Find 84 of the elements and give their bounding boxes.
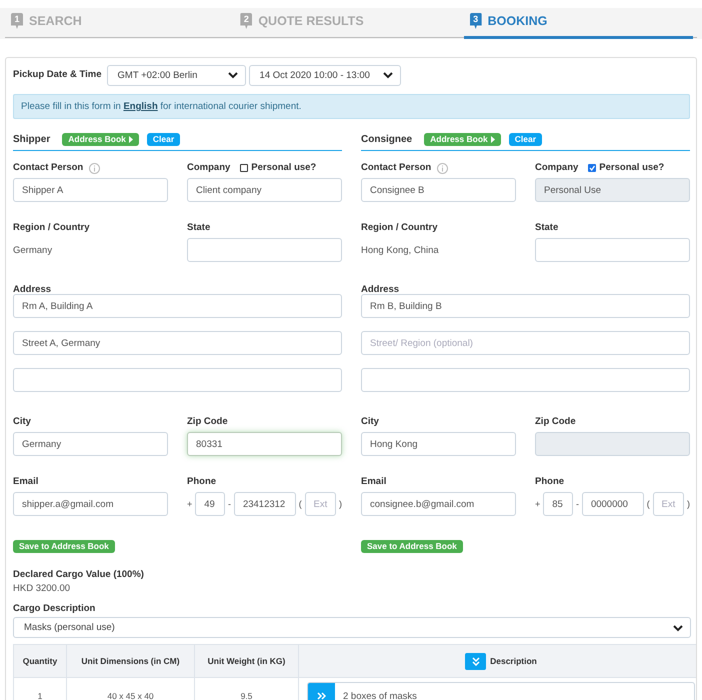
language-link[interactable]: English <box>123 101 158 112</box>
address-field[interactable]: Street A, Germany <box>13 331 342 355</box>
city-field[interactable]: Germany <box>13 432 168 456</box>
field-label: State <box>535 222 560 234</box>
phone-separator: ) <box>687 499 690 509</box>
region-value: Germany <box>13 244 52 256</box>
email-field[interactable]: shipper.a@gmail.com <box>13 492 168 516</box>
field-label: Zip Code <box>187 416 229 428</box>
field-label: Phone <box>535 476 566 488</box>
field-label: Contact Person <box>361 162 432 174</box>
section-title: Consignee <box>361 134 412 144</box>
phone-separator: - <box>228 499 231 509</box>
company-field[interactable]: Client company <box>187 178 342 202</box>
double-chevron-right-icon <box>317 692 326 700</box>
state-field[interactable] <box>535 238 690 262</box>
city-field[interactable]: Hong Kong <box>361 432 516 456</box>
state-field[interactable] <box>187 238 342 262</box>
column-header: Unit Dimensions (in CM) <box>81 656 180 666</box>
contact-field[interactable]: Shipper A <box>13 178 168 202</box>
email-field[interactable]: consignee.b@gmail.com <box>361 492 516 516</box>
column-header: Unit Weight (in KG) <box>208 656 286 666</box>
phone-separator: + <box>535 499 540 509</box>
declared-value: HKD 3200.00 <box>13 583 72 594</box>
field-label: Region / Country <box>13 222 91 234</box>
field-label: Pickup Date & Time <box>13 69 102 81</box>
column-header: Quantity <box>22 656 58 666</box>
field-label: City <box>361 416 380 428</box>
expand-all-button[interactable] <box>465 652 486 670</box>
info-icon <box>437 162 448 174</box>
timezone-dropdown[interactable]: GMT +02:00 Berlin <box>106 64 246 86</box>
field-label: Email <box>13 476 40 488</box>
table-cell: 40 x 45 x 40 <box>107 691 154 700</box>
address-field[interactable] <box>361 368 690 392</box>
field-label: Company <box>187 162 230 174</box>
country-code-field[interactable]: 85 <box>543 492 573 516</box>
phone-number-field[interactable]: 0000000 <box>582 492 644 516</box>
notice-text: Please fill in this form in English for international courier shipment. <box>21 101 302 112</box>
section-title: Shipper <box>13 134 50 144</box>
checkmark-icon <box>589 165 596 171</box>
field-label: Personal use? <box>251 162 316 174</box>
contact-field[interactable]: Consignee B <box>361 178 516 202</box>
field-label: Declared Cargo Value (100%) <box>13 569 145 581</box>
field-label: Email <box>361 476 388 488</box>
step-tab[interactable]: 3 BOOKING <box>464 8 693 39</box>
field-label: Contact Person <box>13 162 84 174</box>
column-header: Description <box>490 655 537 666</box>
caret-right-icon <box>490 136 495 142</box>
field-label: State <box>187 222 212 234</box>
info-icon <box>89 162 100 174</box>
field-label: Region / Country <box>361 222 439 234</box>
address-field[interactable] <box>13 368 342 392</box>
chevron-down-icon <box>226 70 239 80</box>
field-label: Company <box>535 162 578 174</box>
chevron-down-icon <box>382 70 394 80</box>
field-label: City <box>13 416 32 428</box>
step-number: 2 <box>240 13 252 29</box>
step-number: 3 <box>470 13 482 29</box>
personal-use-checkbox[interactable] <box>240 164 248 172</box>
field-label: Zip Code <box>535 416 577 428</box>
phone-number-field[interactable]: 23412312 <box>234 492 296 516</box>
cargo-description-dropdown[interactable]: Masks (personal use) <box>13 617 691 638</box>
field-label: Cargo Description <box>13 603 96 615</box>
phone-separator: ( <box>646 499 650 509</box>
field-label: Address <box>361 284 400 295</box>
time-slot-dropdown[interactable]: 14 Oct 2020 10:00 - 13:00 <box>248 64 401 86</box>
country-code-field[interactable]: 49 <box>195 492 225 516</box>
zip-code-field[interactable]: 80331 <box>187 432 342 456</box>
description-field[interactable]: 2 boxes of masks <box>307 682 695 700</box>
chevron-down-icon <box>672 622 684 632</box>
double-chevron-down-icon <box>472 656 480 666</box>
phone-separator: ( <box>298 499 302 509</box>
step-number: 1 <box>11 13 23 29</box>
field-label: Personal use? <box>599 162 664 174</box>
table-cell: 1 <box>38 691 42 700</box>
phone-separator: + <box>187 499 192 509</box>
address-field[interactable]: Rm A, Building A <box>13 294 342 318</box>
address-field[interactable]: Rm B, Building B <box>361 294 690 318</box>
phone-separator: - <box>576 499 579 509</box>
caret-right-icon <box>128 136 133 142</box>
table-cell: 9.5 <box>240 691 252 700</box>
region-value: Hong Kong, China <box>361 244 439 256</box>
phone-separator: ) <box>339 499 342 509</box>
field-label: Phone <box>187 476 218 488</box>
field-label: Address <box>13 284 52 295</box>
